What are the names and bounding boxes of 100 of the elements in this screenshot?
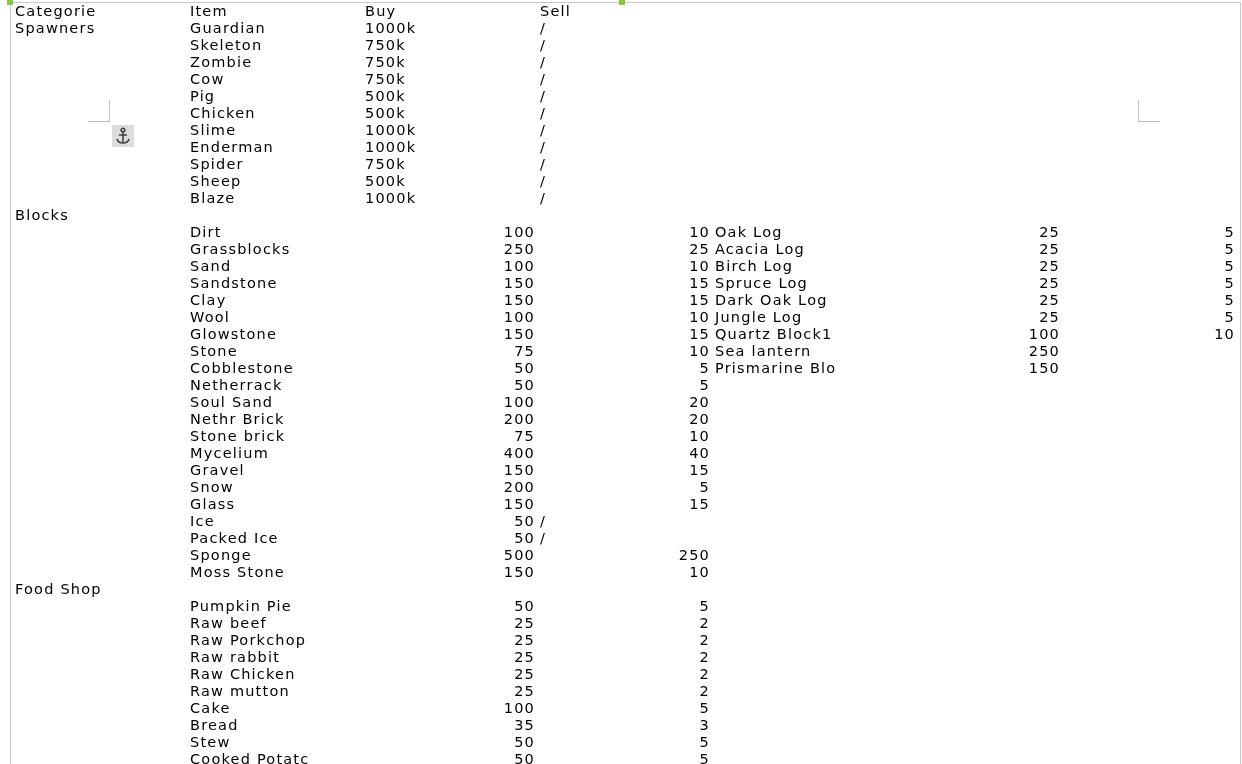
item-cell-text: Mycelium [189, 445, 270, 462]
frame-handle[interactable] [619, 0, 625, 5]
buy-price-cell-text: 1000k [364, 139, 418, 156]
item-cell-text: Moss Stone [189, 564, 286, 581]
sell-price-cell-text: 250 [677, 547, 711, 564]
sell-price-cell-text: 40 [688, 445, 711, 462]
item-cell-text: Pumpkin Pie [189, 598, 293, 615]
item-cell-text: Cake [189, 700, 232, 717]
sell-price-cell-text: 2 [698, 649, 711, 666]
margin-corner-mark [88, 100, 110, 122]
buy-price-cell-text: 75 [513, 343, 536, 360]
sell-price-cell-text: / [539, 122, 548, 139]
item-cell-text: Enderman [189, 139, 275, 156]
item-cell-text: Raw beef [189, 615, 268, 632]
buy-price-cell-text: 1000k [364, 190, 418, 207]
column-header: Sell [539, 3, 572, 20]
item-cell-text: Gravel [189, 462, 246, 479]
buy-price-cell-text: 25 [1038, 241, 1061, 258]
sell-price-cell-text: 10 [688, 428, 711, 445]
item-cell-text: Quartz Block1 [714, 326, 834, 343]
item-cell-text: Stew [189, 734, 232, 751]
item-cell-text: Cobblestone [189, 360, 295, 377]
item-cell-text: Snow [189, 479, 235, 496]
sell-price-cell-text: 5 [1223, 309, 1236, 326]
sell-price-cell-text: 10 [688, 258, 711, 275]
buy-price-cell-text: 500k [364, 88, 407, 105]
buy-price-cell-text: 1000k [364, 122, 418, 139]
column-header: Buy [364, 3, 398, 20]
buy-price-cell-text: 25 [513, 666, 536, 683]
buy-price-cell-text: 200 [502, 411, 536, 428]
item-cell-text: Zombie [189, 54, 254, 71]
category-cell-text: Blocks [14, 207, 70, 224]
buy-price-cell-text: 750k [364, 71, 407, 88]
sell-price-cell-text: 15 [688, 462, 711, 479]
sell-price-cell-text: / [539, 71, 548, 88]
sell-price-cell-text: 15 [688, 496, 711, 513]
item-cell-text: Soul Sand [189, 394, 275, 411]
item-cell-text: Nethr Brick [189, 411, 286, 428]
sell-price-cell-text: 5 [1223, 258, 1236, 275]
buy-price-cell-text: 500k [364, 105, 407, 122]
buy-price-cell-text: 400 [502, 445, 536, 462]
margin-corner-mark [1138, 100, 1160, 122]
item-cell-text: Glass [189, 496, 237, 513]
buy-price-cell-text: 75 [513, 428, 536, 445]
item-cell-text: Glowstone [189, 326, 279, 343]
category-cell-text: Food Shop [14, 581, 103, 598]
item-cell-text: Birch Log [714, 258, 795, 275]
buy-price-cell-text: 150 [502, 564, 536, 581]
item-cell-text: Dark Oak Log [714, 292, 829, 309]
item-cell-text: Sand [189, 258, 233, 275]
item-cell-text: Sandstone [189, 275, 279, 292]
buy-price-cell-text: 150 [502, 292, 536, 309]
sell-price-cell-text: 5 [698, 751, 711, 764]
item-cell-text: Oak Log [714, 224, 784, 241]
buy-price-cell-text: 25 [513, 632, 536, 649]
sell-price-cell-text: / [539, 530, 548, 547]
frame-handle[interactable] [7, 0, 13, 5]
sell-price-cell-text: / [539, 190, 548, 207]
sell-price-cell-text: 5 [698, 734, 711, 751]
item-cell-text: Cooked Potatc [189, 751, 311, 764]
buy-price-cell-text: 150 [502, 496, 536, 513]
buy-price-cell-text: 50 [513, 530, 536, 547]
item-cell-text: Prismarine Blo [714, 360, 838, 377]
sell-price-cell-text: 10 [688, 309, 711, 326]
item-cell-text: Acacia Log [714, 241, 806, 258]
buy-price-cell-text: 100 [502, 394, 536, 411]
item-cell-text: Grassblocks [189, 241, 292, 258]
buy-price-cell-text: 50 [513, 598, 536, 615]
item-cell-text: Raw mutton [189, 683, 291, 700]
buy-price-cell-text: 50 [513, 751, 536, 764]
item-cell-text: Guardian [189, 20, 267, 37]
sell-price-cell-text: / [539, 105, 548, 122]
item-cell-text: Sheep [189, 173, 243, 190]
sell-price-cell-text: 3 [698, 717, 711, 734]
buy-price-cell-text: 25 [1038, 224, 1061, 241]
buy-price-cell-text: 100 [1027, 326, 1061, 343]
buy-price-cell-text: 250 [502, 241, 536, 258]
buy-price-cell-text: 750k [364, 156, 407, 173]
column-header: Categorie [14, 3, 98, 20]
sell-price-cell-text: 2 [698, 632, 711, 649]
sell-price-cell-text: 15 [688, 275, 711, 292]
sell-price-cell-text: 10 [1213, 326, 1236, 343]
buy-price-cell-text: 50 [513, 513, 536, 530]
sell-price-cell-text: 20 [688, 411, 711, 428]
sell-price-cell-text: 2 [698, 615, 711, 632]
category-cell-text: Spawners [14, 20, 97, 37]
item-cell-text: Skeleton [189, 37, 264, 54]
item-cell-text: Stone brick [189, 428, 287, 445]
item-cell-text: Stone [189, 343, 239, 360]
sell-price-cell-text: 15 [688, 292, 711, 309]
item-cell-text: Spruce Log [714, 275, 809, 292]
buy-price-cell-text: 25 [513, 615, 536, 632]
sell-price-cell-text: 5 [698, 360, 711, 377]
buy-price-cell-text: 25 [1038, 275, 1061, 292]
item-cell-text: Raw Chicken [189, 666, 297, 683]
buy-price-cell-text: 150 [502, 326, 536, 343]
buy-price-cell-text: 150 [502, 275, 536, 292]
sell-price-cell-text: / [539, 139, 548, 156]
item-cell-text: Cow [189, 71, 226, 88]
sell-price-cell-text: 15 [688, 326, 711, 343]
